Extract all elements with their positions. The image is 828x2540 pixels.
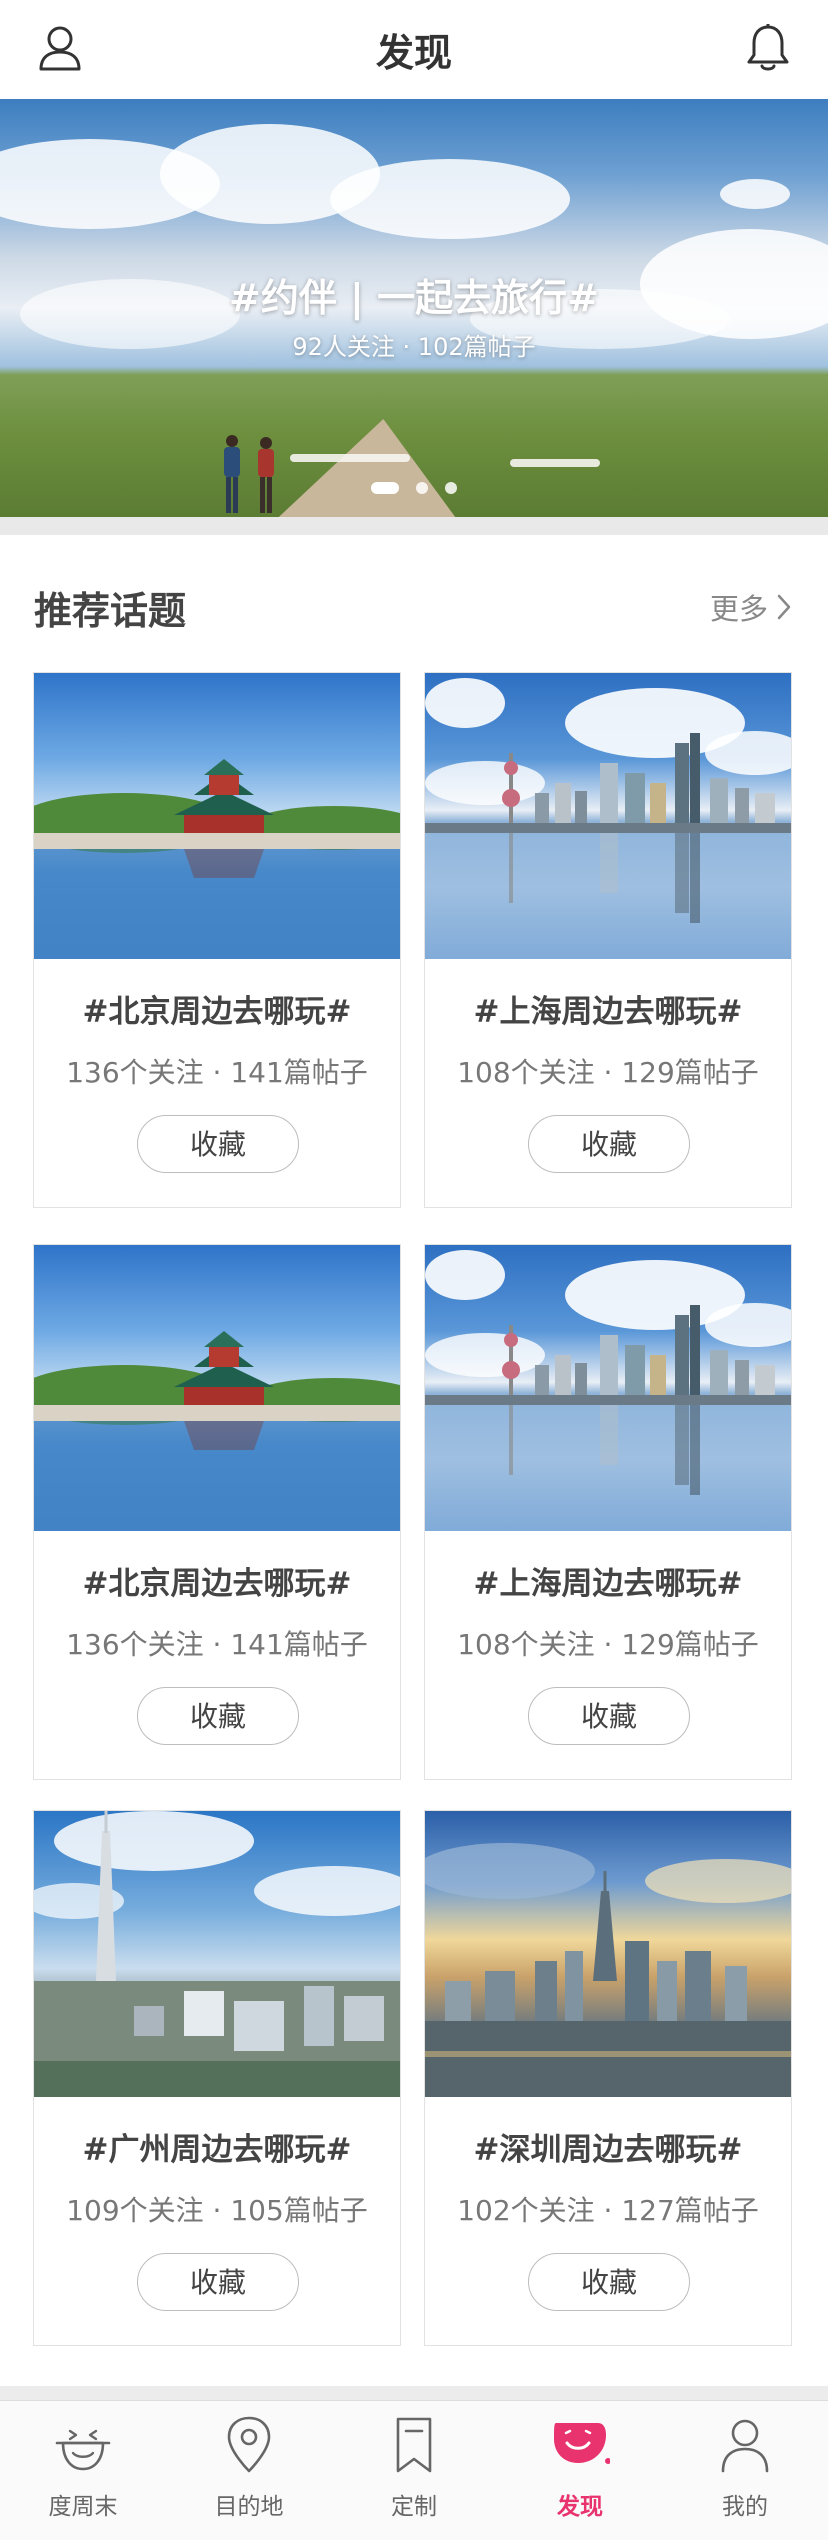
- favorite-button[interactable]: 收藏: [137, 1687, 299, 1745]
- topic-title: #上海周边去哪玩#: [473, 994, 743, 1030]
- favorite-button[interactable]: 收藏: [528, 2253, 690, 2311]
- road-shape: [276, 419, 504, 517]
- topic-card[interactable]: #北京周边去哪玩# 136个关注 · 141篇帖子 收藏: [33, 1244, 401, 1780]
- topic-title: #上海周边去哪玩#: [473, 1566, 743, 1602]
- tab-label: 发现: [557, 2494, 603, 2520]
- tab-discover[interactable]: 发现: [497, 2401, 663, 2540]
- banner-title: #约伴 | 一起去旅行#: [228, 276, 600, 320]
- tab-destination[interactable]: 目的地: [166, 2401, 332, 2540]
- shenzhen-skyline-image: [425, 1811, 791, 2097]
- bell-icon[interactable]: [742, 22, 794, 74]
- topic-card[interactable]: #广州周边去哪玩# 109个关注 · 105篇帖子 收藏: [33, 1810, 401, 2346]
- bottom-tab-bar: 度周末 目的地 定制 发现 我的: [0, 2400, 828, 2540]
- favorite-button[interactable]: 收藏: [528, 1115, 690, 1173]
- topic-stats: 136个关注 · 141篇帖子: [66, 1628, 368, 1661]
- tabbar-separator: [0, 2386, 828, 2400]
- tab-label: 目的地: [214, 2494, 284, 2520]
- topic-title: #深圳周边去哪玩#: [473, 2132, 743, 2168]
- tab-label: 度周末: [48, 2494, 118, 2520]
- page-title: 发现: [375, 31, 452, 75]
- tab-custom[interactable]: 定制: [331, 2401, 497, 2540]
- cloud-shape: [330, 159, 570, 239]
- carousel-dot[interactable]: [370, 481, 399, 494]
- topic-card[interactable]: #上海周边去哪玩# 108个关注 · 129篇帖子 收藏: [424, 1244, 792, 1780]
- topic-card[interactable]: #深圳周边去哪玩# 102个关注 · 127篇帖子 收藏: [424, 1810, 792, 2346]
- banner-subtitle: 92人关注 · 102篇帖子: [292, 333, 536, 361]
- section-title: 推荐话题: [34, 589, 187, 633]
- sheep-flock: [510, 459, 600, 467]
- favorite-button[interactable]: 收藏: [528, 1687, 690, 1745]
- map-pin-icon: [227, 2416, 271, 2473]
- more-label: 更多: [709, 592, 768, 626]
- guangzhou-tower-image: [34, 1811, 400, 2097]
- chevron-right-icon: [777, 594, 791, 620]
- tab-label: 我的: [722, 2494, 768, 2520]
- topic-title: #北京周边去哪玩#: [82, 994, 352, 1030]
- topic-card[interactable]: #上海周边去哪玩# 108个关注 · 129篇帖子 收藏: [424, 672, 792, 1208]
- weekend-face-icon: [55, 2429, 111, 2471]
- shanghai-skyline-image: [425, 673, 791, 959]
- topic-title: #广州周边去哪玩#: [82, 2132, 352, 2168]
- topic-title: #北京周边去哪玩#: [82, 1566, 352, 1602]
- topic-stats: 108个关注 · 129篇帖子: [457, 1056, 759, 1089]
- sheep-flock: [290, 454, 410, 462]
- topic-stats: 102个关注 · 127篇帖子: [457, 2194, 759, 2227]
- shanghai-skyline-image: [425, 1245, 791, 1531]
- carousel-dot[interactable]: [416, 481, 428, 494]
- discover-smile-icon: [554, 2423, 610, 2464]
- beijing-turret-image: [34, 673, 400, 959]
- beijing-turret-image: [34, 1245, 400, 1531]
- cloud-shape: [720, 179, 790, 209]
- featured-banner[interactable]: #约伴 | 一起去旅行# 92人关注 · 102篇帖子: [0, 99, 828, 517]
- topic-stats: 109个关注 · 105篇帖子: [66, 2194, 368, 2227]
- profile-icon: [721, 2419, 769, 2473]
- carousel-indicator: [0, 477, 828, 496]
- hikers-illustration: [224, 435, 274, 513]
- topic-card[interactable]: #北京周边去哪玩# 136个关注 · 141篇帖子 收藏: [33, 672, 401, 1208]
- more-link[interactable]: 更多: [710, 586, 794, 628]
- section-divider: [0, 517, 828, 535]
- tab-mine[interactable]: 我的: [662, 2401, 828, 2540]
- favorite-button[interactable]: 收藏: [137, 2253, 299, 2311]
- topic-stats: 108个关注 · 129篇帖子: [457, 1628, 759, 1661]
- bookmark-icon: [396, 2417, 432, 2473]
- tab-weekend[interactable]: 度周末: [0, 2401, 166, 2540]
- favorite-button[interactable]: 收藏: [137, 1115, 299, 1173]
- carousel-dot[interactable]: [445, 481, 458, 494]
- tab-label: 定制: [391, 2494, 437, 2520]
- topic-stats: 136个关注 · 141篇帖子: [66, 1056, 368, 1089]
- top-navigation-bar: 发现: [0, 0, 828, 100]
